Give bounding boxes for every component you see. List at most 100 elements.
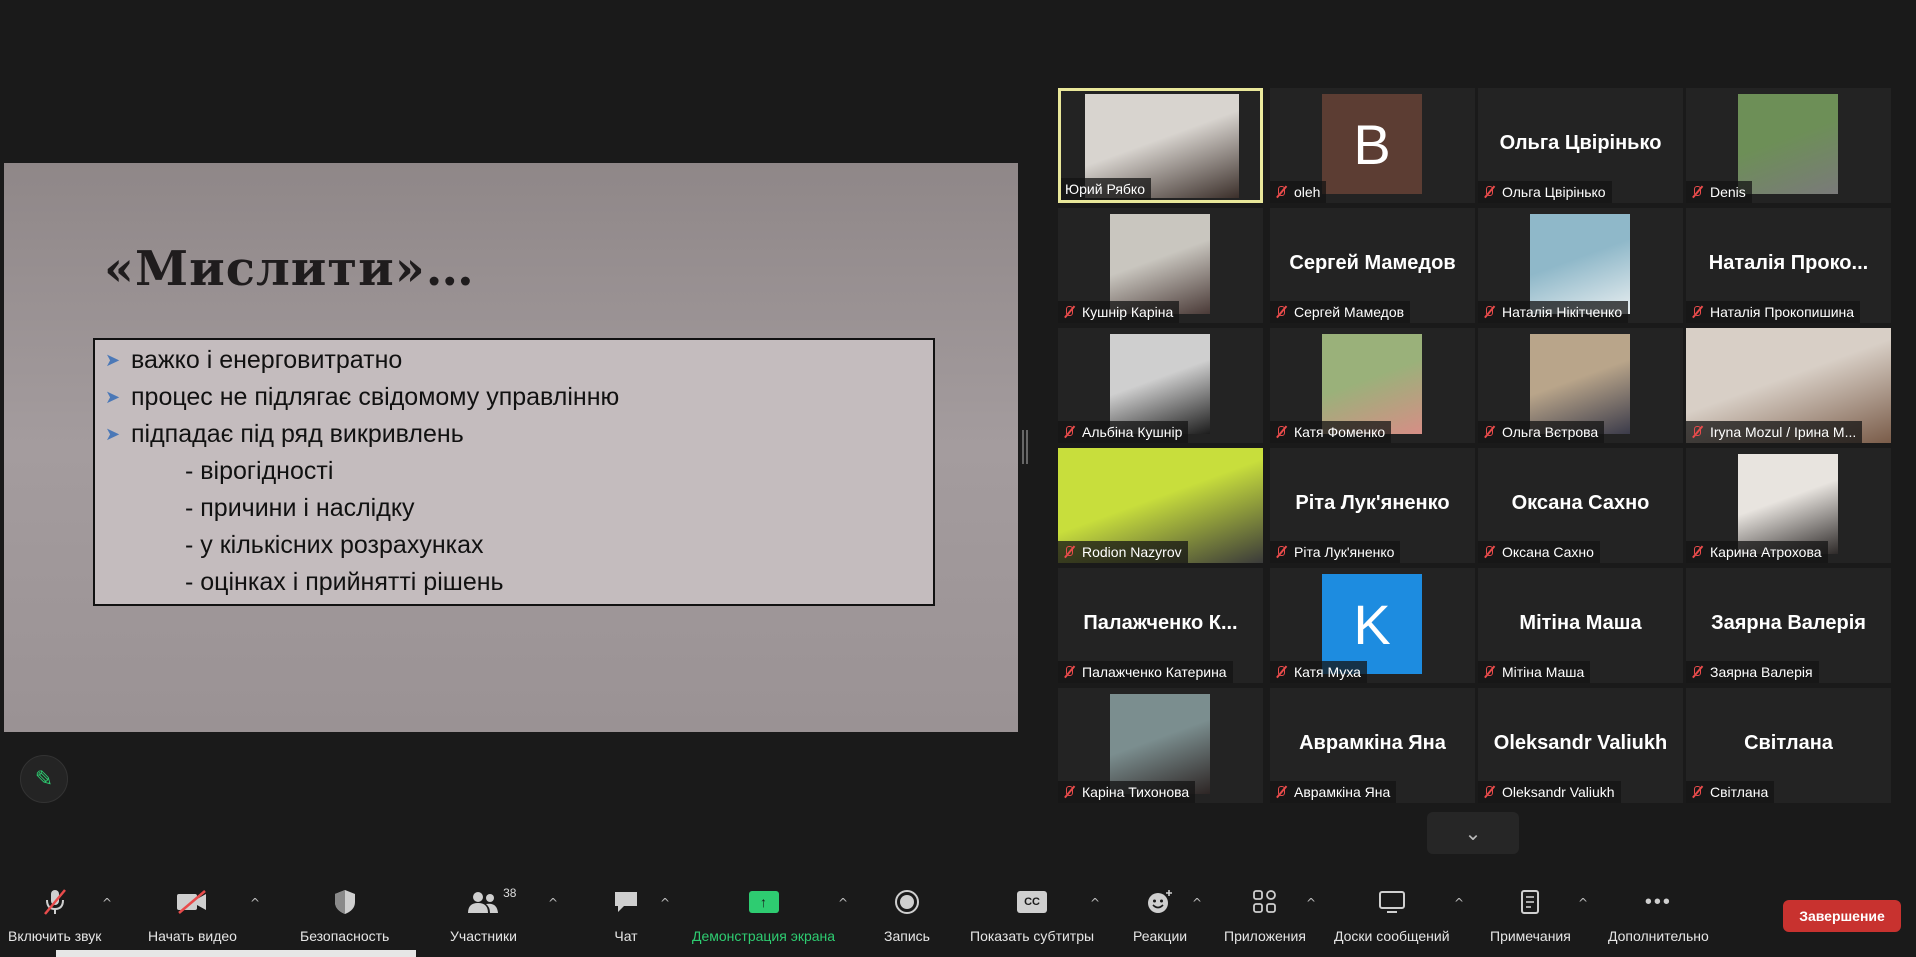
participant-tile[interactable]: Оксана Сахно Оксана Сахно bbox=[1478, 448, 1683, 563]
muted-mic-icon bbox=[1062, 665, 1076, 679]
share-options-caret-icon[interactable]: ^ bbox=[838, 896, 848, 910]
participant-tile[interactable]: Каріна Тихонова bbox=[1058, 688, 1263, 803]
muted-mic-icon bbox=[1690, 665, 1704, 679]
unmute-button[interactable]: Включить звук bbox=[8, 886, 101, 944]
audio-options-caret-icon[interactable]: ^ bbox=[102, 896, 112, 910]
participant-tile[interactable]: Denis bbox=[1686, 88, 1891, 203]
more-button[interactable]: ••• Дополнительно bbox=[1608, 886, 1709, 945]
taskbar-strip bbox=[56, 950, 416, 957]
participant-tile[interactable]: Ольга Вєтрова bbox=[1478, 328, 1683, 443]
participant-tile[interactable]: Карина Атрохова bbox=[1686, 448, 1891, 563]
participant-display-name: Ріта Лук'яненко bbox=[1295, 492, 1450, 514]
participant-name-label: Ріта Лук'яненко bbox=[1270, 541, 1401, 563]
participant-name-label: Палажченко Катерина bbox=[1058, 661, 1233, 683]
participant-name-label: Oleksandr Valiukh bbox=[1478, 781, 1621, 803]
participant-tile[interactable]: Катя Фоменко bbox=[1270, 328, 1475, 443]
chat-bubble-icon bbox=[612, 886, 640, 918]
reactions-button[interactable]: Реакции bbox=[1133, 886, 1187, 944]
participant-name: Наталія Нікітченко bbox=[1502, 304, 1623, 320]
start-video-button[interactable]: Начать видео bbox=[148, 886, 237, 944]
participant-display-name: Заярна Валерія bbox=[1711, 612, 1866, 634]
panel-resize-handle[interactable] bbox=[1022, 430, 1028, 464]
participant-name: Ольга Цвірінько bbox=[1502, 184, 1606, 200]
participant-tile[interactable]: Ріта Лук'яненко Ріта Лук'яненко bbox=[1270, 448, 1475, 563]
participant-name-label: oleh bbox=[1270, 181, 1327, 203]
arrow-bullet-icon: ➤ bbox=[105, 350, 121, 370]
notes-icon bbox=[1518, 886, 1542, 918]
participant-tile[interactable]: Oleksandr Valiukh Oleksandr Valiukh bbox=[1478, 688, 1683, 803]
participant-video bbox=[1738, 94, 1838, 194]
participant-tile[interactable]: Заярна Валерія Заярна Валерія bbox=[1686, 568, 1891, 683]
participant-tile[interactable]: Кушнір Каріна bbox=[1058, 208, 1263, 323]
muted-mic-icon bbox=[1062, 545, 1076, 559]
participant-tile[interactable]: Ольга Цвірінько Ольга Цвірінько bbox=[1478, 88, 1683, 203]
participant-tile[interactable]: Палажченко К... Палажченко Катерина bbox=[1058, 568, 1263, 683]
record-button[interactable]: Запись bbox=[884, 886, 930, 944]
participant-tile[interactable]: Мітіна Маша Мітіна Маша bbox=[1478, 568, 1683, 683]
participant-name: Катя Муха bbox=[1294, 664, 1361, 680]
participant-name: Мітіна Маша bbox=[1502, 664, 1585, 680]
participant-name-label: Rodion Nazyrov bbox=[1058, 541, 1188, 563]
participant-tile[interactable]: Iryna Mozul / Ірина М... bbox=[1686, 328, 1891, 443]
participant-tile[interactable]: Rodion Nazyrov bbox=[1058, 448, 1263, 563]
participant-display-name: Аврамкіна Яна bbox=[1299, 732, 1446, 754]
participant-tile[interactable]: Юрий Рябко bbox=[1058, 88, 1263, 203]
participant-display-name: Світлана bbox=[1744, 732, 1833, 754]
show-captions-button[interactable]: CC Показать субтитры bbox=[970, 886, 1094, 944]
notes-options-caret-icon[interactable]: ^ bbox=[1578, 896, 1588, 910]
end-meeting-button[interactable]: Завершение bbox=[1783, 900, 1901, 932]
notes-button[interactable]: Примечания bbox=[1490, 886, 1571, 944]
participant-name-label: Оксана Сахно bbox=[1478, 541, 1600, 563]
participant-video bbox=[1530, 214, 1630, 314]
participant-tile[interactable]: Альбіна Кушнір bbox=[1058, 328, 1263, 443]
apps-button[interactable]: Приложения bbox=[1224, 886, 1306, 944]
participant-name-label: Альбіна Кушнір bbox=[1058, 421, 1189, 443]
participant-tile[interactable]: Boleh bbox=[1270, 88, 1475, 203]
video-options-caret-icon[interactable]: ^ bbox=[250, 896, 260, 910]
participant-name-label: Каріна Тихонова bbox=[1058, 781, 1196, 803]
slide-bullet: ➤ підпадає під ряд викривлень bbox=[105, 420, 464, 448]
slide-sub-item: - причини і наслідку bbox=[185, 494, 415, 522]
participant-gallery: Юрий Рябко Boleh Ольга Цвірінько Ольга Цвір… bbox=[1058, 88, 1891, 806]
whiteboards-button[interactable]: Доски сообщений bbox=[1334, 886, 1450, 944]
slide-sub-item: - у кількісних розрахунках bbox=[185, 531, 484, 559]
video-off-icon bbox=[175, 886, 209, 918]
participant-tile[interactable]: Наталія Проко... Наталія Прокопишина bbox=[1686, 208, 1891, 323]
participant-name: Rodion Nazyrov bbox=[1082, 544, 1182, 560]
participant-tile[interactable]: Сергей Мамедов Сергей Мамедов bbox=[1270, 208, 1475, 323]
muted-mic-icon bbox=[1690, 785, 1704, 799]
gallery-next-page-chevron-icon[interactable]: ⌄ bbox=[1427, 812, 1519, 854]
participant-name-label: Катя Фоменко bbox=[1270, 421, 1392, 443]
muted-mic-icon bbox=[1062, 425, 1076, 439]
participant-tile[interactable]: Аврамкіна Яна Аврамкіна Яна bbox=[1270, 688, 1475, 803]
security-button[interactable]: Безопасность bbox=[300, 886, 389, 944]
participant-name: Iryna Mozul / Ірина М... bbox=[1710, 424, 1857, 440]
muted-mic-icon bbox=[1274, 545, 1288, 559]
participant-tile[interactable]: K Катя Муха bbox=[1270, 568, 1475, 683]
participant-name: Каріна Тихонова bbox=[1082, 784, 1190, 800]
participants-button[interactable]: 38 Участники bbox=[450, 886, 517, 944]
apps-options-caret-icon[interactable]: ^ bbox=[1306, 896, 1316, 910]
muted-mic-icon bbox=[1274, 665, 1288, 679]
muted-mic-icon bbox=[1482, 185, 1496, 199]
participant-avatar: B bbox=[1322, 94, 1422, 194]
whiteboards-options-caret-icon[interactable]: ^ bbox=[1454, 896, 1464, 910]
participant-display-name: Ольга Цвірінько bbox=[1499, 132, 1662, 154]
more-dots-icon: ••• bbox=[1644, 890, 1672, 913]
chat-options-caret-icon[interactable]: ^ bbox=[660, 896, 670, 910]
chat-button[interactable]: Чат bbox=[612, 886, 640, 944]
participant-name: Наталія Прокопишина bbox=[1710, 304, 1855, 320]
annotate-pencil-icon[interactable]: ✎ bbox=[20, 755, 68, 803]
participant-video bbox=[1738, 454, 1838, 554]
participant-name-label: Ольга Вєтрова bbox=[1478, 421, 1605, 443]
captions-options-caret-icon[interactable]: ^ bbox=[1090, 896, 1100, 910]
muted-mic-icon bbox=[1482, 305, 1496, 319]
muted-mic-icon bbox=[1690, 305, 1704, 319]
share-screen-button[interactable]: ↑ Демонстрация экрана bbox=[692, 886, 835, 944]
participant-name-label: Катя Муха bbox=[1270, 661, 1367, 683]
participant-name-label: Iryna Mozul / Ірина М... bbox=[1686, 421, 1863, 443]
reactions-options-caret-icon[interactable]: ^ bbox=[1192, 896, 1202, 910]
participants-options-caret-icon[interactable]: ^ bbox=[548, 896, 558, 910]
participant-tile[interactable]: Світлана Світлана bbox=[1686, 688, 1891, 803]
participant-tile[interactable]: Наталія Нікітченко bbox=[1478, 208, 1683, 323]
